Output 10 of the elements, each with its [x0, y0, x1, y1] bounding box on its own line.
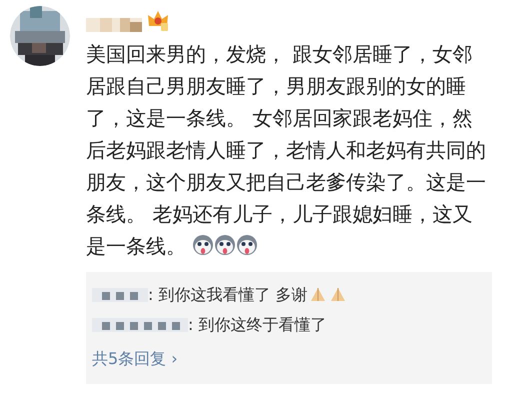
more-replies-link[interactable]: 共5条回复 › [92, 344, 178, 374]
dog-emoji-icon [236, 234, 258, 256]
blurred-name[interactable] [92, 318, 188, 332]
blurred-name[interactable] [86, 18, 142, 32]
dog-emoji-icon [214, 234, 236, 256]
reply-text: : 到你这我看懂了 多谢 [148, 284, 308, 306]
comment-text: 美国回来男的，发烧， 跟女邻居睡了，女邻居跟自己男朋友睡了，男朋友跟别的女的睡了，这是一条线。 女邻居回家跟老妈住，然后老妈跟老情人睡了，老情人和老妈有共同的朋友，这个朋友又把自己老爹传染了。这是一条线。 老妈还有儿子，儿子跟媳妇睡，这又是一条线。 [86, 41, 486, 260]
reply-text: : 到你这终于看懂了 [188, 314, 326, 336]
dog-emoji-icon [192, 234, 214, 256]
blurred-name[interactable] [92, 288, 148, 302]
